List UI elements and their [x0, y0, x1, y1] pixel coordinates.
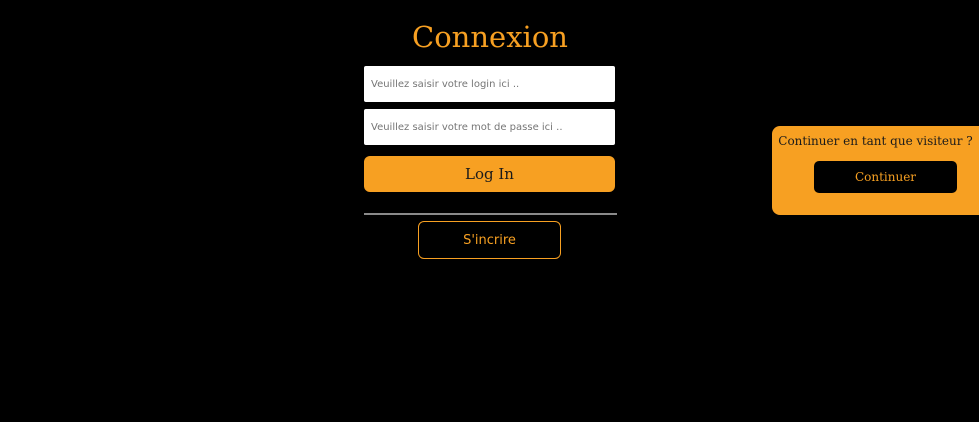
visitor-prompt: Continuer en tant que visiteur ?: [778, 134, 973, 148]
login-button[interactable]: Log In: [364, 156, 615, 192]
divider: [364, 213, 617, 215]
password-input[interactable]: [364, 109, 615, 145]
page-title: Connexion: [412, 20, 568, 54]
login-input[interactable]: [364, 66, 615, 102]
visitor-panel: Continuer en tant que visiteur ? Continu…: [772, 126, 979, 215]
continue-as-visitor-button[interactable]: Continuer: [814, 161, 957, 193]
signup-button[interactable]: S'incrire: [418, 221, 561, 259]
